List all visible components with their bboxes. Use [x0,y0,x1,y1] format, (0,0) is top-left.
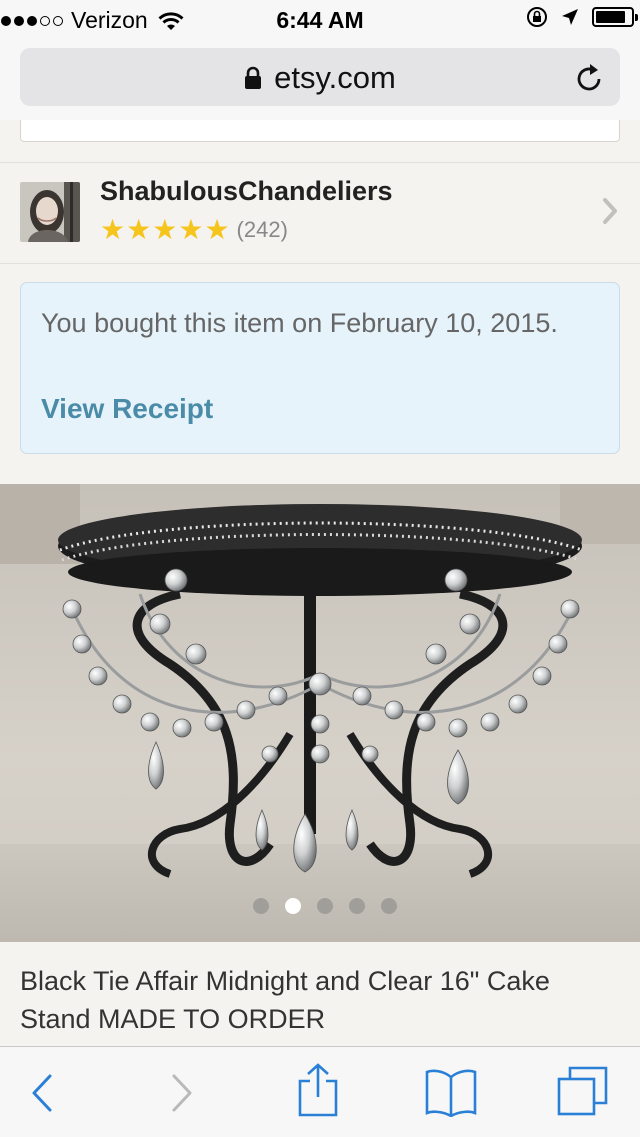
address-bar-content: etsy.com [20,60,620,96]
star-icon: ★ [100,214,126,245]
listing-title: Black Tie Affair Midnight and Clear 16" … [20,966,550,1034]
carousel-dot[interactable] [381,898,397,914]
view-receipt-link[interactable]: View Receipt [41,393,213,425]
browser-toolbar [0,1046,640,1137]
share-icon[interactable] [296,1063,340,1117]
status-bar: Verizon 6:44 AM [0,0,640,40]
rotation-lock-icon [527,7,547,27]
tabs-icon[interactable] [556,1065,610,1117]
purchase-notice: You bought this item on February 10, 201… [20,282,620,454]
purchase-notice-text: You bought this item on February 10, 201… [41,308,558,338]
shop-name: ShabulousChandeliers [100,176,393,206]
web-page: ShabulousChandeliers ★ ★ ★ ★ ★ (242) You… [0,120,640,1046]
address-bar[interactable]: etsy.com [20,48,620,106]
listing-photo[interactable] [0,484,640,942]
battery-icon [592,7,638,27]
back-icon[interactable] [30,1073,54,1113]
carousel-dot[interactable] [317,898,333,914]
carousel-dot[interactable] [285,898,301,914]
location-icon [562,9,578,25]
forward-icon[interactable] [170,1073,194,1113]
lock-icon [245,66,262,89]
star-icon: ★ [204,214,230,245]
listing-title-area: Black Tie Affair Midnight and Clear 16" … [0,942,640,1046]
search-box-edge[interactable] [20,120,620,142]
carousel-dot[interactable] [253,898,269,914]
shop-row[interactable]: ShabulousChandeliers ★ ★ ★ ★ ★ (242) [0,162,640,264]
star-icon: ★ [126,214,152,245]
url-text: etsy.com [274,60,396,95]
shop-rating: ★ ★ ★ ★ ★ (242) [100,216,288,244]
carousel-pager[interactable] [0,898,640,914]
shop-avatar [20,182,80,242]
review-count: (242) [236,217,288,242]
battery-level [596,11,625,23]
star-icon: ★ [178,214,204,245]
status-right [526,6,638,28]
star-icon: ★ [152,214,178,245]
carousel-dot[interactable] [349,898,365,914]
chevron-right-icon[interactable] [602,197,618,225]
browser-address-area: etsy.com [0,40,640,120]
bookmarks-icon[interactable] [424,1067,478,1117]
reload-icon[interactable] [576,62,604,92]
